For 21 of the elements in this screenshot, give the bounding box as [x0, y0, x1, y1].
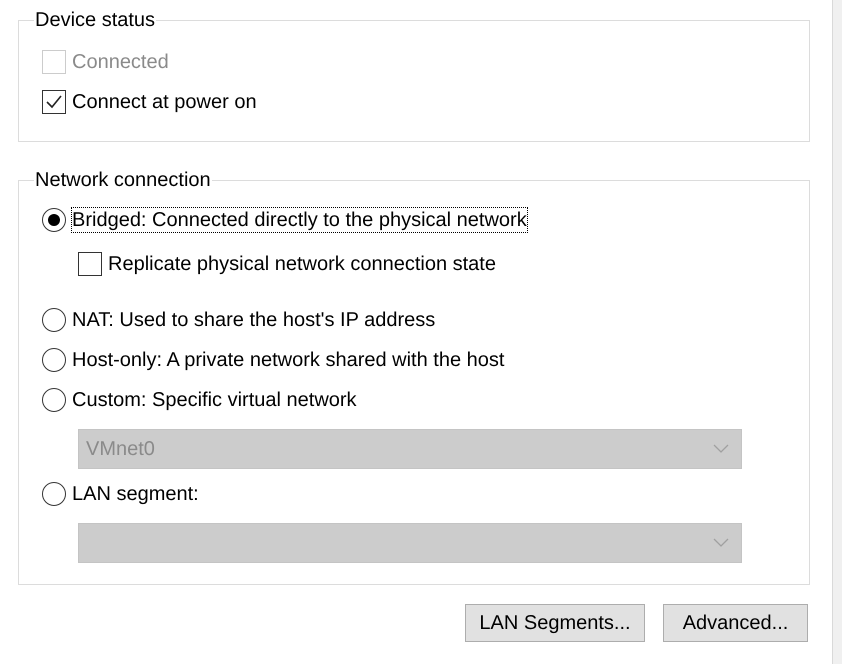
- radio-button[interactable]: [42, 208, 66, 232]
- radio-button[interactable]: [42, 388, 66, 412]
- checkbox[interactable]: [42, 90, 66, 114]
- group-title: Network connection: [34, 168, 212, 192]
- radio-label[interactable]: LAN segment:: [72, 482, 199, 506]
- button[interactable]: Advanced...: [663, 604, 808, 642]
- button[interactable]: LAN Segments...: [465, 604, 645, 642]
- radio-label[interactable]: Host-only: A private network shared with the host: [72, 348, 504, 372]
- checkmark-icon: [45, 93, 63, 111]
- radio-button[interactable]: [42, 348, 66, 372]
- checkbox-label[interactable]: Replicate physical network connection state: [108, 249, 496, 279]
- checkbox-label[interactable]: Connect at power on: [72, 87, 257, 117]
- radio-label[interactable]: Bridged: Connected directly to the physical network: [72, 208, 527, 232]
- radio-button[interactable]: [42, 482, 66, 506]
- chevron-down-icon: [713, 444, 729, 454]
- group-title: Device status: [34, 8, 156, 32]
- radio-label[interactable]: Custom: Specific virtual network: [72, 388, 357, 412]
- radio-button[interactable]: [42, 308, 66, 332]
- checkbox[interactable]: [78, 252, 102, 276]
- radio-label[interactable]: NAT: Used to share the host's IP address: [72, 308, 436, 332]
- chevron-down-icon: [713, 538, 729, 548]
